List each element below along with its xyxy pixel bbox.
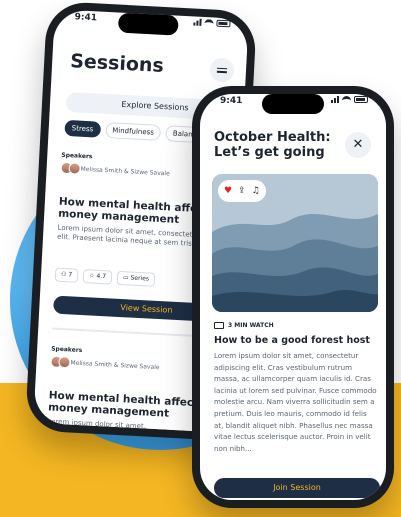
- dynamic-island: [117, 12, 179, 36]
- join-session-button[interactable]: Join Session: [214, 478, 380, 498]
- session-detail-screen: 9:41 October Health: Let’s get going ✕ ♥…: [200, 94, 386, 500]
- detail-title: October Health: Let’s get going: [214, 130, 331, 160]
- battery-icon: [354, 95, 368, 103]
- wifi-icon: [342, 95, 351, 103]
- share-icon[interactable]: ⇪: [238, 186, 246, 196]
- close-button[interactable]: ✕: [345, 132, 371, 158]
- dynamic-island: [262, 94, 324, 114]
- status-time: 9:41: [220, 96, 243, 106]
- speaker-names: Melissa Smith & Sizwe Savale: [80, 165, 170, 177]
- episode-title: How to be a good forest host: [214, 335, 370, 346]
- chip-mindfulness[interactable]: Mindfulness: [104, 122, 162, 141]
- speaker-names: Melissa Smith & Sizwe Savale: [70, 359, 160, 371]
- hero-image: ♥ ⇪ ♫: [212, 174, 378, 312]
- signal-icon: [193, 17, 202, 26]
- card-kicker: Speakers: [50, 345, 83, 355]
- wifi-icon: [204, 18, 214, 27]
- status-icons: [193, 17, 231, 27]
- session-detail-phone: 9:41 October Health: Let’s get going ✕ ♥…: [192, 86, 394, 508]
- battery-icon: [216, 19, 231, 27]
- heart-icon[interactable]: ♥: [224, 186, 232, 196]
- avatar: [50, 355, 71, 369]
- attendees-stat: ⚇ 7: [54, 267, 79, 283]
- card-kicker: Speakers: [61, 151, 93, 161]
- card-speakers: Melissa Smith & Sizwe Savale: [50, 355, 160, 373]
- chip-stress[interactable]: Stress: [64, 119, 101, 138]
- category-chips: Stress Mindfulness Balance: [64, 119, 209, 144]
- bell-icon[interactable]: ♫: [252, 186, 260, 196]
- hero-actions: ♥ ⇪ ♫: [218, 180, 266, 202]
- series-stat: ▭ Series: [116, 270, 156, 287]
- watch-label: 3 MIN WATCH: [228, 322, 274, 329]
- status-time: 9:41: [74, 12, 98, 24]
- menu-button[interactable]: [209, 57, 235, 83]
- menu-icon: [217, 67, 228, 70]
- close-icon: ✕: [352, 137, 364, 152]
- status-icons: [331, 95, 368, 103]
- video-icon: [214, 322, 224, 329]
- watch-duration: 3 MIN WATCH: [214, 322, 274, 329]
- rating-stat: ☆ 4.7: [82, 269, 113, 285]
- signal-icon: [331, 95, 339, 103]
- avatar: [60, 161, 81, 175]
- card-stats: ⚇ 7 ☆ 4.7 ▭ Series: [54, 267, 156, 287]
- page-title: Sessions: [69, 50, 165, 77]
- episode-description: Lorem ipsum dolor sit amet, consectetur …: [214, 351, 377, 453]
- card-speakers: Melissa Smith & Sizwe Savale: [60, 161, 170, 180]
